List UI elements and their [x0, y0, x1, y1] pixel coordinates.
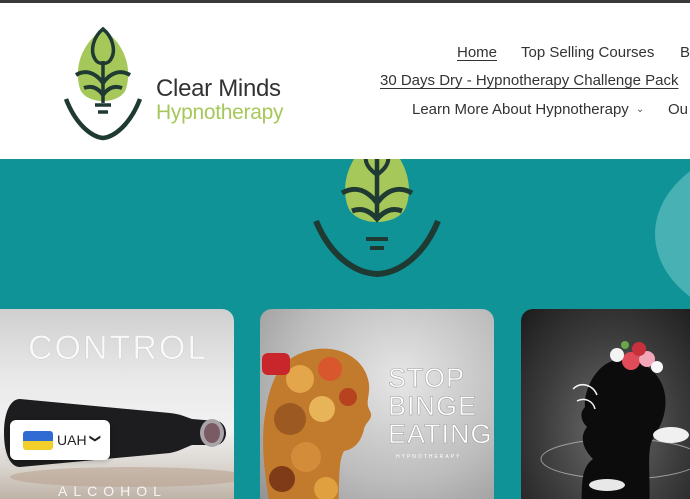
card-subtitle-alcohol: ALCOHOL: [58, 483, 167, 499]
course-card-stop-binge-eating[interactable]: STOP BINGE EATING HYPNOTHERAPY: [260, 309, 494, 499]
site-logo[interactable]: Clear Minds Hypnotherapy: [62, 25, 302, 145]
chevron-down-icon: ⌄: [635, 104, 645, 115]
decorative-circle: [655, 159, 690, 329]
brand-name: Clear Minds: [156, 75, 281, 102]
card-title-line-1: STOP: [388, 363, 466, 393]
currency-selector[interactable]: UAH ❯: [10, 420, 110, 460]
card-subtitle-hypnotherapy: HYPNOTHERAPY: [396, 454, 462, 460]
site-header: Clear Minds Hypnotherapy Home Top Sellin…: [0, 3, 690, 159]
nav-learn-more-label: Learn More About Hypnotherapy: [412, 101, 629, 118]
leaf-face-logo-icon: [63, 26, 143, 141]
food-head-icon: [262, 348, 372, 499]
card-title-control: CONTROL: [28, 329, 209, 368]
course-card-mind[interactable]: [521, 309, 690, 499]
chevron-down-icon: ❯: [89, 433, 102, 444]
nav-item-truncated[interactable]: B: [680, 44, 690, 61]
card-title-line-2: BINGE: [388, 391, 478, 421]
nav-home[interactable]: Home: [457, 44, 497, 61]
card-title-stop-binge-eating: STOP BINGE EATING: [388, 363, 493, 449]
silhouette-flowers-icon: [540, 341, 690, 499]
hero-leaf-face-icon: [313, 159, 441, 278]
brand-tagline: Hypnotherapy: [156, 101, 284, 124]
nav-top-selling-courses[interactable]: Top Selling Courses: [521, 44, 654, 61]
ukraine-flag-icon: [23, 431, 53, 450]
nav-learn-more[interactable]: Learn More About Hypnotherapy ⌄: [412, 101, 644, 118]
card-title-line-3: EATING: [388, 419, 493, 449]
course-card-control-alcohol[interactable]: CONTROL ALCOHOL: [0, 309, 234, 499]
nav-item-truncated-2[interactable]: Ou: [668, 101, 688, 118]
nav-challenge-pack[interactable]: 30 Days Dry - Hypnotherapy Challenge Pac…: [380, 72, 678, 89]
currency-code: UAH: [57, 432, 87, 448]
